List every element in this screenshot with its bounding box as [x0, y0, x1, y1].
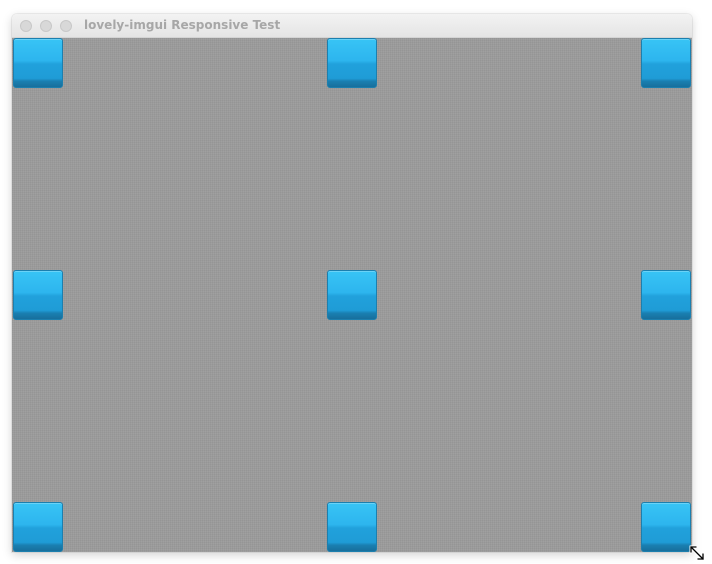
- tile-bottom-right[interactable]: [641, 502, 691, 552]
- render-canvas[interactable]: [12, 38, 692, 552]
- tile-top-center[interactable]: [327, 38, 377, 88]
- window-titlebar[interactable]: lovely-imgui Responsive Test: [12, 14, 692, 38]
- tile-middle-right[interactable]: [641, 270, 691, 320]
- tile-middle-left[interactable]: [13, 270, 63, 320]
- tile-bottom-left[interactable]: [13, 502, 63, 552]
- window-title: lovely-imgui Responsive Test: [84, 18, 281, 32]
- minimize-icon[interactable]: [40, 20, 52, 32]
- tile-bottom-center[interactable]: [327, 502, 377, 552]
- resize-cursor-icon: [689, 545, 705, 561]
- tile-top-left[interactable]: [13, 38, 63, 88]
- tile-middle-center[interactable]: [327, 270, 377, 320]
- close-icon[interactable]: [20, 20, 32, 32]
- app-window: lovely-imgui Responsive Test: [12, 14, 692, 552]
- zoom-icon[interactable]: [60, 20, 72, 32]
- tile-top-right[interactable]: [641, 38, 691, 88]
